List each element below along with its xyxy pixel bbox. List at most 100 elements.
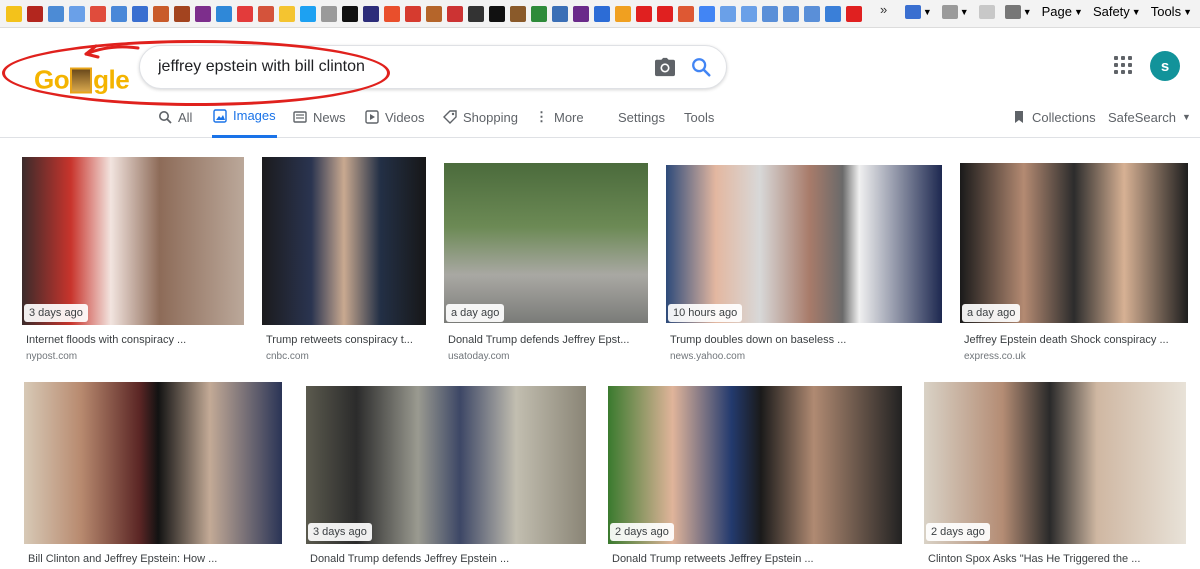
bookmark-icon[interactable]	[762, 5, 778, 22]
bookmark-icon[interactable]	[342, 5, 358, 22]
bookmark-icon[interactable]	[594, 5, 610, 22]
tab-all[interactable]: All	[158, 96, 192, 138]
bookmark-icon[interactable]	[426, 5, 442, 22]
bookmark-icon[interactable]	[48, 5, 64, 22]
result-title[interactable]: Donald Trump defends Jeffrey Epst...	[448, 334, 652, 346]
logo-letter: G	[34, 64, 54, 95]
result-source[interactable]: news.yahoo.com	[670, 351, 745, 362]
print-button[interactable]: ▼	[1004, 4, 1032, 19]
image-result[interactable]: 3 days ago Donald Trump defends Jeffrey …	[306, 386, 586, 569]
bookmark-icon[interactable]	[531, 5, 547, 22]
bookmark-icon[interactable]	[678, 5, 694, 22]
bookmark-icon[interactable]	[153, 5, 169, 22]
bookmark-icon[interactable]	[279, 5, 295, 22]
bookmark-icon[interactable]	[741, 5, 757, 22]
bookmark-icon[interactable]	[384, 5, 400, 22]
result-thumbnail[interactable]	[262, 157, 426, 325]
result-title[interactable]: Trump doubles down on baseless ...	[670, 334, 946, 346]
bookmark-icon[interactable]	[636, 5, 652, 22]
result-thumbnail[interactable]: 2 days ago	[608, 386, 902, 544]
result-title[interactable]: Trump retweets conspiracy t...	[266, 334, 430, 346]
result-source[interactable]: express.co.uk	[964, 351, 1026, 362]
image-result[interactable]: 10 hours ago Trump doubles down on basel…	[666, 165, 942, 367]
collections-link[interactable]: Collections	[1012, 96, 1096, 138]
bookmark-icon[interactable]	[699, 5, 715, 22]
image-result[interactable]: Bill Clinton and Jeffrey Epstein: How ..…	[24, 382, 282, 569]
bookmark-icon[interactable]	[69, 5, 85, 22]
bookmark-icon[interactable]	[447, 5, 463, 22]
tools-menu[interactable]: Tools ▼	[1151, 4, 1192, 19]
bookmark-icon[interactable]	[846, 5, 862, 22]
result-title[interactable]: Donald Trump retweets Jeffrey Epstein ..…	[612, 553, 906, 565]
account-avatar[interactable]: s	[1150, 51, 1180, 81]
bookmark-icon[interactable]	[300, 5, 316, 22]
tab-images[interactable]: Images	[212, 96, 277, 138]
result-source[interactable]: cnbc.com	[266, 351, 309, 362]
bookmark-icon[interactable]	[174, 5, 190, 22]
bookmark-icon[interactable]	[216, 5, 232, 22]
page-menu[interactable]: Page ▼	[1042, 4, 1083, 19]
bookmark-icon[interactable]	[111, 5, 127, 22]
result-title[interactable]: Donald Trump defends Jeffrey Epstein ...	[310, 553, 590, 565]
doodle-portrait-icon	[70, 67, 93, 93]
safesearch-toggle[interactable]: SafeSearch ▼	[1108, 96, 1191, 138]
bookmark-icon[interactable]	[489, 5, 505, 22]
bookmark-icon[interactable]	[195, 5, 211, 22]
result-thumbnail[interactable]: 3 days ago	[306, 386, 586, 544]
result-thumbnail[interactable]: a day ago	[960, 163, 1188, 323]
result-title[interactable]: Clinton Spox Asks "Has He Triggered the …	[928, 553, 1190, 565]
bookmark-icon[interactable]	[27, 5, 43, 22]
tab-more[interactable]: ⋮ More	[535, 96, 584, 138]
result-thumbnail[interactable]: 3 days ago	[22, 157, 244, 325]
bookmark-icon[interactable]	[720, 5, 736, 22]
favorites-overflow-chevron[interactable]: »	[880, 2, 887, 17]
image-result[interactable]: 2 days ago Donald Trump retweets Jeffrey…	[608, 386, 902, 569]
tab-videos[interactable]: Videos	[365, 96, 425, 138]
result-thumbnail[interactable]	[24, 382, 282, 544]
bookmark-icon[interactable]	[783, 5, 799, 22]
star-favorites-icon[interactable]	[6, 5, 22, 22]
result-thumbnail[interactable]: 10 hours ago	[666, 165, 942, 323]
image-result[interactable]: 2 days ago Clinton Spox Asks "Has He Tri…	[924, 382, 1186, 569]
feeds-button[interactable]: ▼	[941, 4, 969, 19]
image-result[interactable]: a day ago Jeffrey Epstein death Shock co…	[960, 163, 1188, 367]
bookmark-icon[interactable]	[657, 5, 673, 22]
camera-icon[interactable]	[654, 57, 676, 77]
bookmark-icon[interactable]	[321, 5, 337, 22]
result-title[interactable]: Internet floods with conspiracy ...	[26, 334, 248, 346]
result-source[interactable]: usatoday.com	[448, 351, 510, 362]
bookmark-icon[interactable]	[552, 5, 568, 22]
safety-menu[interactable]: Safety ▼	[1093, 4, 1141, 19]
bookmark-icon[interactable]	[615, 5, 631, 22]
bookmark-icon[interactable]	[825, 5, 841, 22]
mail-button[interactable]	[978, 4, 995, 19]
result-title[interactable]: Jeffrey Epstein death Shock conspiracy .…	[964, 334, 1192, 346]
image-result[interactable]: a day ago Donald Trump defends Jeffrey E…	[444, 163, 648, 367]
google-logo[interactable]: G o g l e	[34, 64, 130, 96]
bookmark-icon[interactable]	[573, 5, 589, 22]
image-result[interactable]: 3 days ago Internet floods with conspira…	[22, 157, 244, 367]
bookmark-icon[interactable]	[804, 5, 820, 22]
printer-icon	[1004, 4, 1021, 19]
bookmark-icon[interactable]	[363, 5, 379, 22]
result-title[interactable]: Bill Clinton and Jeffrey Epstein: How ..…	[28, 553, 286, 565]
tab-shopping[interactable]: Shopping	[443, 96, 518, 138]
bookmark-icon[interactable]	[90, 5, 106, 22]
bookmark-icon[interactable]	[510, 5, 526, 22]
bookmark-icon[interactable]	[468, 5, 484, 22]
bookmark-icon[interactable]	[405, 5, 421, 22]
google-apps-icon[interactable]	[1114, 56, 1132, 74]
search-icon[interactable]	[690, 56, 712, 78]
tab-settings[interactable]: Settings	[618, 96, 665, 138]
tab-tools[interactable]: Tools	[684, 96, 714, 138]
bookmark-icon[interactable]	[132, 5, 148, 22]
result-thumbnail[interactable]: a day ago	[444, 163, 648, 323]
result-source[interactable]: nypost.com	[26, 351, 77, 362]
search-input[interactable]	[158, 46, 628, 88]
image-result[interactable]: Trump retweets conspiracy t... cnbc.com	[262, 157, 426, 367]
result-thumbnail[interactable]: 2 days ago	[924, 382, 1186, 544]
home-button[interactable]: ▼	[904, 4, 932, 19]
bookmark-icon[interactable]	[237, 5, 253, 22]
tab-news[interactable]: News	[293, 96, 346, 138]
bookmark-icon[interactable]	[258, 5, 274, 22]
